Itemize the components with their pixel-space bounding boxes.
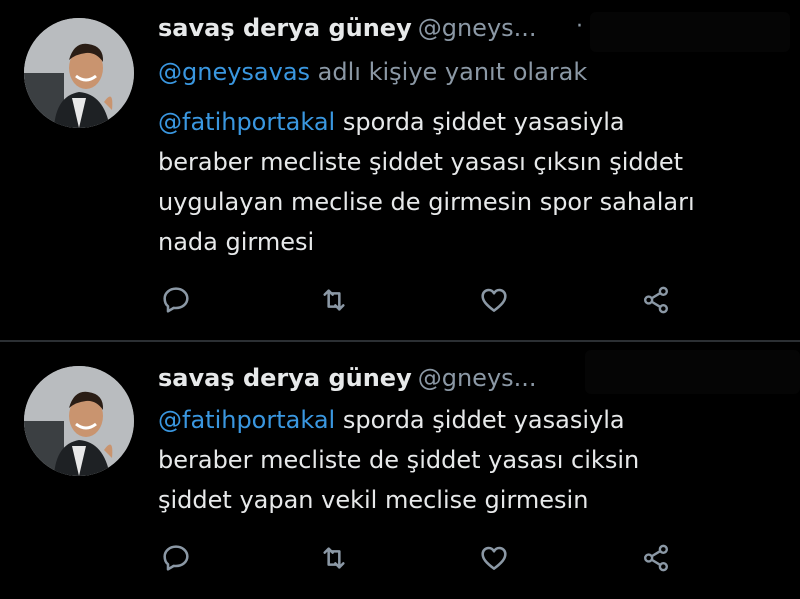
reply-to-label: adlı kişiye yanıt olarak — [310, 58, 588, 86]
share-button[interactable] — [638, 284, 674, 320]
reply-icon — [160, 542, 192, 578]
separator-dot: · — [576, 14, 583, 39]
author-handle[interactable]: @gneys... — [418, 364, 537, 392]
retweet-button[interactable] — [316, 542, 352, 578]
retweet-icon — [318, 284, 350, 320]
tweet-text-line: @fatihportakal sporda şiddet yasasiyla — [158, 406, 625, 434]
avatar[interactable] — [24, 18, 134, 128]
retweet-icon — [318, 542, 350, 578]
reply-icon — [160, 284, 192, 320]
retweet-button[interactable] — [316, 284, 352, 320]
tweet-text-line: uygulayan meclise de girmesin spor sahal… — [158, 188, 695, 216]
like-button[interactable] — [476, 542, 512, 578]
like-button[interactable] — [476, 284, 512, 320]
tweet-text-line: şiddet yapan vekil meclise girmesin — [158, 486, 589, 514]
tweet-header: savaş derya güney @gneys... — [158, 364, 537, 396]
tweet-text: @fatihportakal sporda şiddet yasasiyla b… — [158, 400, 758, 520]
tweet-text-line: @fatihportakal sporda şiddet yasasiyla — [158, 108, 625, 136]
tweet-header: savaş derya güney @gneys... — [158, 14, 537, 46]
tweet-text: @fatihportakal sporda şiddet yasasiyla b… — [158, 102, 758, 262]
tweet-actions — [158, 542, 678, 578]
author-name[interactable]: savaş derya güney — [158, 14, 412, 42]
heart-icon — [478, 284, 510, 320]
share-icon — [640, 542, 672, 578]
tweet-actions — [158, 284, 678, 320]
reply-button[interactable] — [158, 542, 194, 578]
mention-link[interactable]: @fatihportakal — [158, 108, 335, 136]
mention-link[interactable]: @fatihportakal — [158, 406, 335, 434]
reply-button[interactable] — [158, 284, 194, 320]
reply-to-mention[interactable]: @gneysavas — [158, 58, 310, 86]
redacted-area — [590, 12, 790, 52]
tweet-text-line: beraber mecliste şiddet yasası çıksın şi… — [158, 148, 684, 176]
share-icon — [640, 284, 672, 320]
share-button[interactable] — [638, 542, 674, 578]
reply-context: @gneysavas adlı kişiye yanıt olarak — [158, 58, 587, 86]
heart-icon — [478, 542, 510, 578]
author-name[interactable]: savaş derya güney — [158, 364, 412, 392]
tweet-text-line: beraber mecliste de şiddet yasası ciksin — [158, 446, 640, 474]
author-handle[interactable]: @gneys... — [418, 14, 537, 42]
avatar[interactable] — [24, 366, 134, 476]
tweet[interactable]: savaş derya güney @gneys... @fatihportaka… — [0, 342, 800, 599]
tweet-text-line: nada girmesi — [158, 228, 315, 256]
tweet[interactable]: savaş derya güney @gneys... · @gneysavas … — [0, 0, 800, 341]
redacted-area — [585, 350, 800, 394]
